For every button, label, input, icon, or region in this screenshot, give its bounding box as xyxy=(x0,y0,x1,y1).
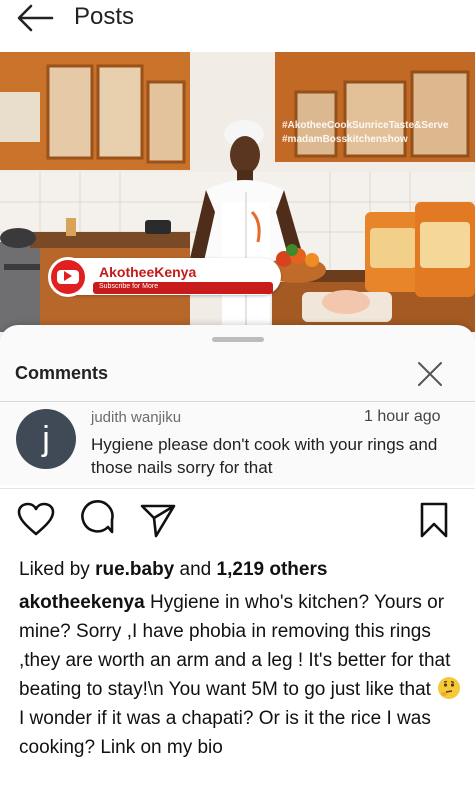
send-icon[interactable] xyxy=(138,500,178,540)
thinking-face-emoji xyxy=(438,677,461,699)
comment-timestamp: 1 hour ago xyxy=(364,408,441,425)
heart-icon[interactable] xyxy=(16,500,56,540)
subscribe-text: Subscribe for More xyxy=(99,283,159,290)
avatar[interactable]: j xyxy=(16,409,76,469)
likes-summary[interactable]: Liked by rue.baby and 1,219 others xyxy=(19,558,327,582)
page-title: Posts xyxy=(74,3,135,30)
comment-text: Hygiene please don't cook with your ring… xyxy=(91,435,438,477)
likes-count[interactable]: 1,219 others xyxy=(217,559,328,580)
post-action-bar xyxy=(0,500,475,546)
caption-text-continued: I wonder if it was a chapati? Or is it t… xyxy=(19,708,431,758)
close-icon[interactable] xyxy=(416,360,444,388)
comments-sheet: Comments j judith wanjiku 1 hour ago Hyg… xyxy=(0,325,475,483)
drag-handle[interactable] xyxy=(212,337,264,342)
bookmark-icon[interactable] xyxy=(414,500,454,540)
top-bar: Posts xyxy=(0,0,475,46)
likes-prefix: Liked by xyxy=(19,559,90,580)
play-icon xyxy=(64,271,72,281)
likes-middle: and xyxy=(179,559,212,580)
comments-heading: Comments xyxy=(15,363,109,383)
comment-author[interactable]: judith wanjiku xyxy=(91,409,181,426)
divider xyxy=(0,488,475,489)
channel-banner[interactable]: AkotheeKenya Subscribe for More xyxy=(48,257,281,297)
post-caption: akotheekenya Hygiene in who's kitchen? Y… xyxy=(19,588,465,762)
hashtag-overlay: #madamBosskitchenshow xyxy=(282,134,408,145)
back-arrow-icon[interactable] xyxy=(16,3,54,33)
hashtag-overlay: #AkotheeCookSunriceTaste&Serve xyxy=(282,120,449,131)
channel-name: AkotheeKenya xyxy=(99,264,197,280)
liked-by-user[interactable]: rue.baby xyxy=(95,559,174,580)
caption-username[interactable]: akotheekenya xyxy=(19,592,145,613)
comment-icon[interactable] xyxy=(78,500,118,540)
divider xyxy=(0,401,475,402)
